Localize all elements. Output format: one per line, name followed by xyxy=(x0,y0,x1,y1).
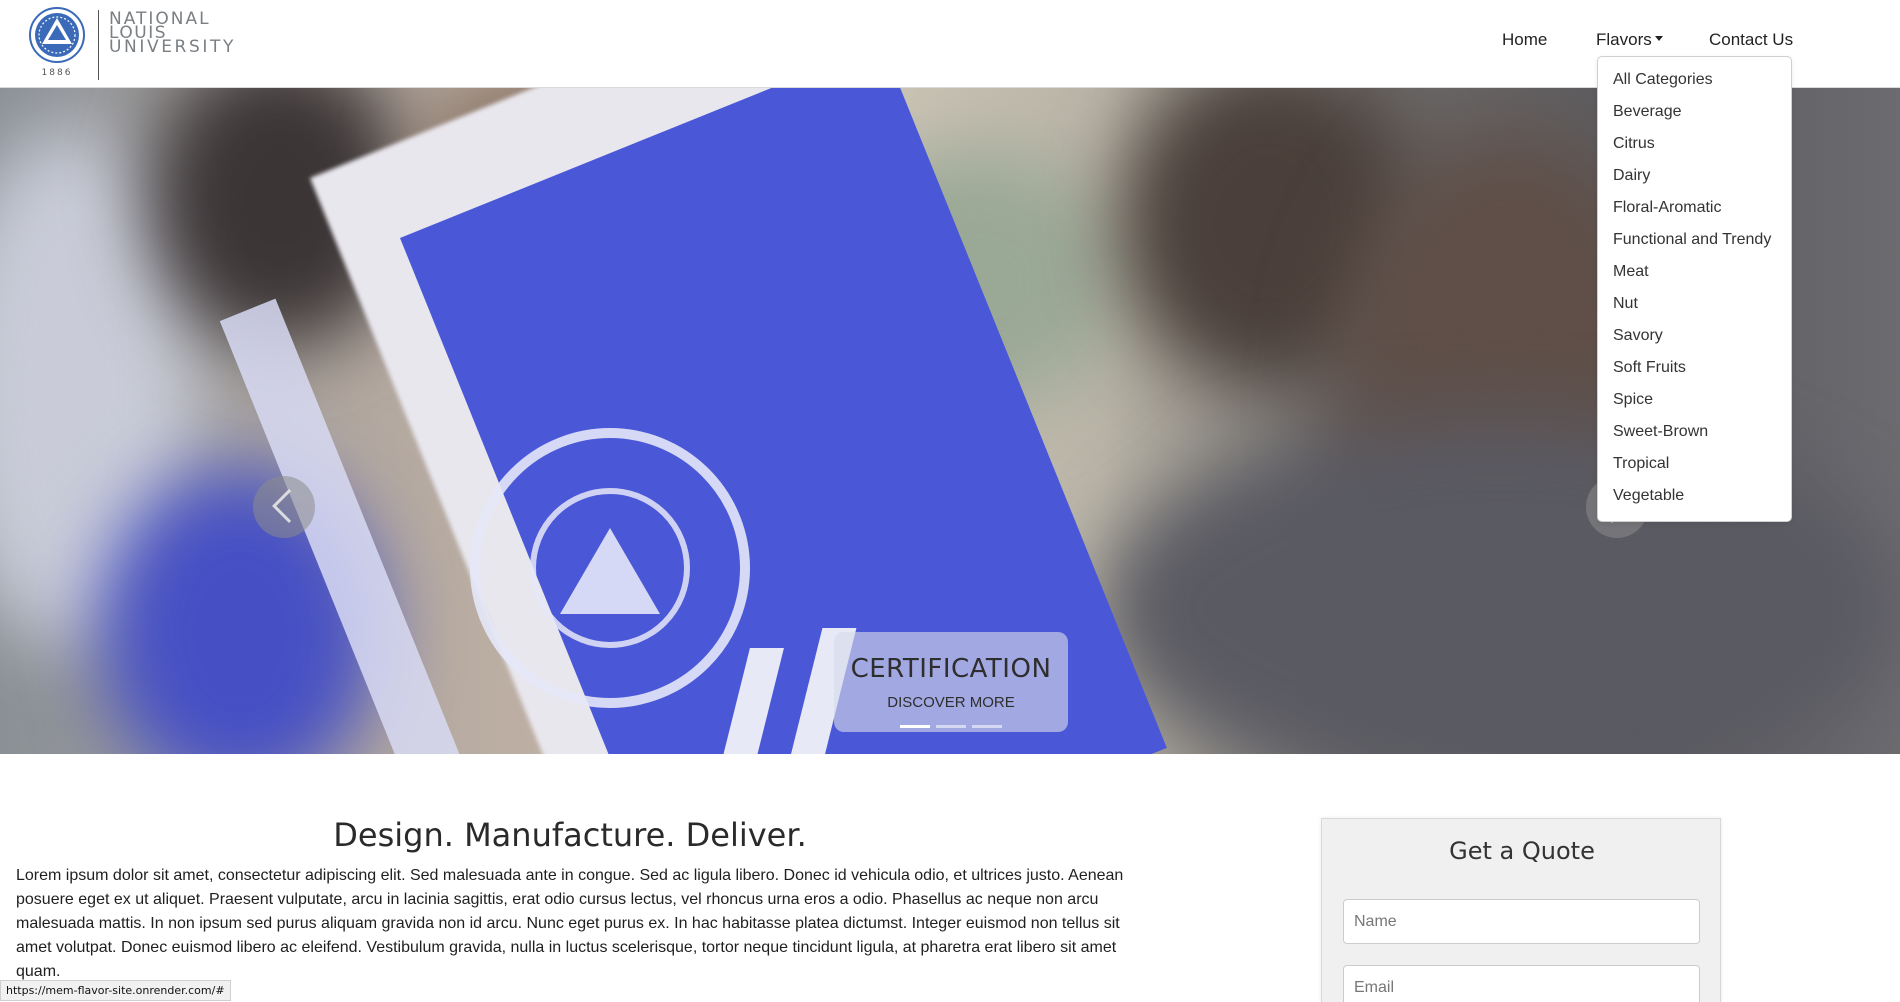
nav-home-link[interactable]: Home xyxy=(1502,30,1547,50)
caption-title: CERTIFICATION xyxy=(850,654,1052,684)
seal-year: 1886 xyxy=(41,68,73,78)
carousel-indicator[interactable] xyxy=(936,725,966,728)
quote-form-title: Get a Quote xyxy=(1449,837,1595,865)
main-nav: Home Flavors Contact Us xyxy=(0,30,1900,56)
caret-down-icon xyxy=(1654,36,1663,42)
nav-flavors-dropdown-toggle[interactable]: Flavors xyxy=(1596,30,1663,50)
discover-more-link[interactable]: DISCOVER MORE xyxy=(887,694,1015,711)
email-input[interactable] xyxy=(1343,965,1700,1002)
browser-status-url: https://mem-flavor-site.onrender.com/# xyxy=(0,980,231,1001)
dropdown-item-spice[interactable]: Spice xyxy=(1613,391,1653,409)
dropdown-item-beverage[interactable]: Beverage xyxy=(1613,103,1682,121)
dropdown-item-all-categories[interactable]: All Categories xyxy=(1613,71,1713,89)
dropdown-item-functional-and-trendy[interactable]: Functional and Trendy xyxy=(1613,231,1771,249)
dropdown-item-dairy[interactable]: Dairy xyxy=(1613,167,1650,185)
dropdown-item-vegetable[interactable]: Vegetable xyxy=(1613,487,1684,505)
carousel-indicators xyxy=(900,725,1010,729)
dropdown-item-savory[interactable]: Savory xyxy=(1613,327,1663,345)
carousel-indicator[interactable] xyxy=(900,725,930,728)
name-input[interactable] xyxy=(1343,899,1700,944)
quote-form-card: Get a Quote xyxy=(1321,818,1721,1002)
section-heading: Design. Manufacture. Deliver. xyxy=(333,816,807,854)
nav-flavors-label: Flavors xyxy=(1596,30,1652,49)
hero-seal-triangle xyxy=(560,528,660,614)
carousel-prev-button[interactable] xyxy=(253,476,315,538)
carousel-caption: CERTIFICATION DISCOVER MORE xyxy=(834,632,1068,732)
dropdown-item-soft-fruits[interactable]: Soft Fruits xyxy=(1613,359,1686,377)
chevron-left-icon xyxy=(272,489,306,523)
dropdown-item-tropical[interactable]: Tropical xyxy=(1613,455,1669,473)
carousel-indicator[interactable] xyxy=(972,725,1002,728)
dropdown-item-citrus[interactable]: Citrus xyxy=(1613,135,1655,153)
dropdown-item-sweet-brown[interactable]: Sweet-Brown xyxy=(1613,423,1708,441)
nav-contact-link[interactable]: Contact Us xyxy=(1709,30,1793,50)
dropdown-item-meat[interactable]: Meat xyxy=(1613,263,1649,281)
dropdown-item-nut[interactable]: Nut xyxy=(1613,295,1638,313)
flavors-dropdown-menu: All Categories Beverage Citrus Dairy Flo… xyxy=(1597,56,1792,522)
dropdown-item-floral-aromatic[interactable]: Floral-Aromatic xyxy=(1613,199,1721,217)
intro-paragraph: Lorem ipsum dolor sit amet, consectetur … xyxy=(16,867,1124,980)
